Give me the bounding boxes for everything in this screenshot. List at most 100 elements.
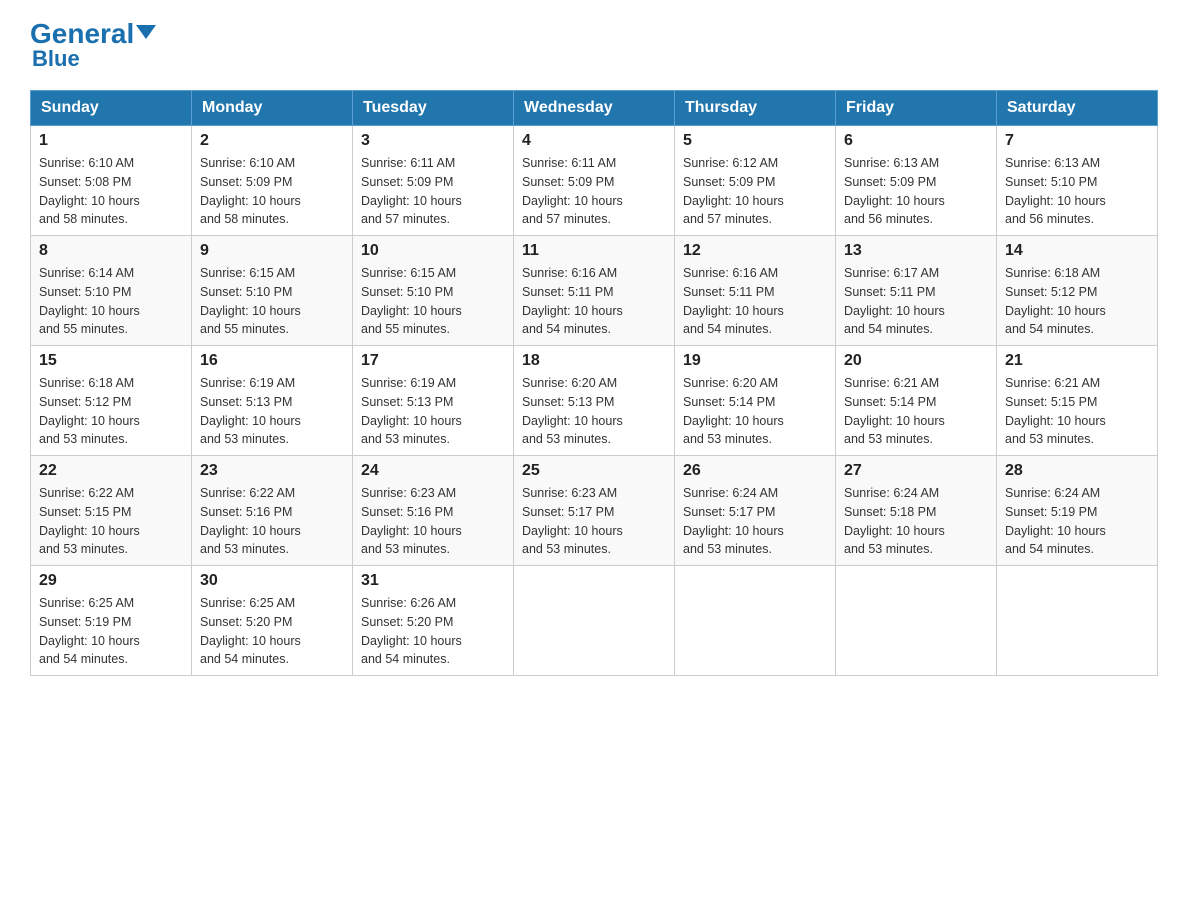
calendar-day-cell: 2 Sunrise: 6:10 AMSunset: 5:09 PMDaylight… — [192, 126, 353, 236]
calendar-day-cell: 28 Sunrise: 6:24 AMSunset: 5:19 PMDayligh… — [997, 456, 1158, 566]
page-header: General Blue — [30, 20, 1158, 72]
day-info: Sunrise: 6:24 AMSunset: 5:18 PMDaylight:… — [844, 484, 988, 559]
day-number: 12 — [683, 242, 827, 260]
calendar-week-row: 15Sunrise: 6:18 AMSunset: 5:12 PMDayligh… — [31, 346, 1158, 456]
calendar-day-cell: 6 Sunrise: 6:13 AMSunset: 5:09 PMDaylight… — [836, 126, 997, 236]
day-number: 31 — [361, 572, 505, 590]
calendar-table: SundayMondayTuesdayWednesdayThursdayFrid… — [30, 90, 1158, 676]
day-info: Sunrise: 6:25 AMSunset: 5:19 PMDaylight:… — [39, 594, 183, 669]
col-header-friday: Friday — [836, 91, 997, 126]
calendar-day-cell: 27 Sunrise: 6:24 AMSunset: 5:18 PMDayligh… — [836, 456, 997, 566]
day-number: 2 — [200, 132, 344, 150]
calendar-day-cell: 21Sunrise: 6:21 AMSunset: 5:15 PMDayligh… — [997, 346, 1158, 456]
day-info: Sunrise: 6:22 AMSunset: 5:15 PMDaylight:… — [39, 484, 183, 559]
day-info: Sunrise: 6:22 AMSunset: 5:16 PMDaylight:… — [200, 484, 344, 559]
day-number: 16 — [200, 352, 344, 370]
day-info: Sunrise: 6:21 AMSunset: 5:14 PMDaylight:… — [844, 374, 988, 449]
calendar-day-cell: 17 Sunrise: 6:19 AMSunset: 5:13 PMDayligh… — [353, 346, 514, 456]
day-number: 18 — [522, 352, 666, 370]
day-number: 4 — [522, 132, 666, 150]
day-info: Sunrise: 6:25 AMSunset: 5:20 PMDaylight:… — [200, 594, 344, 669]
day-info: Sunrise: 6:15 AMSunset: 5:10 PMDaylight:… — [361, 264, 505, 339]
day-number: 9 — [200, 242, 344, 260]
day-info: Sunrise: 6:13 AMSunset: 5:09 PMDaylight:… — [844, 154, 988, 229]
day-number: 26 — [683, 462, 827, 480]
empty-cell — [997, 566, 1158, 676]
day-number: 13 — [844, 242, 988, 260]
day-number: 5 — [683, 132, 827, 150]
day-info: Sunrise: 6:18 AMSunset: 5:12 PMDaylight:… — [1005, 264, 1149, 339]
day-number: 29 — [39, 572, 183, 590]
calendar-day-cell: 24 Sunrise: 6:23 AMSunset: 5:16 PMDayligh… — [353, 456, 514, 566]
day-number: 28 — [1005, 462, 1149, 480]
day-number: 20 — [844, 352, 988, 370]
calendar-day-cell: 11 Sunrise: 6:16 AMSunset: 5:11 PMDayligh… — [514, 236, 675, 346]
day-info: Sunrise: 6:11 AMSunset: 5:09 PMDaylight:… — [361, 154, 505, 229]
day-info: Sunrise: 6:12 AMSunset: 5:09 PMDaylight:… — [683, 154, 827, 229]
day-number: 30 — [200, 572, 344, 590]
calendar-day-cell: 7 Sunrise: 6:13 AMSunset: 5:10 PMDaylight… — [997, 126, 1158, 236]
day-info: Sunrise: 6:17 AMSunset: 5:11 PMDaylight:… — [844, 264, 988, 339]
col-header-sunday: Sunday — [31, 91, 192, 126]
calendar-day-cell: 19Sunrise: 6:20 AMSunset: 5:14 PMDayligh… — [675, 346, 836, 456]
col-header-wednesday: Wednesday — [514, 91, 675, 126]
day-number: 6 — [844, 132, 988, 150]
day-info: Sunrise: 6:24 AMSunset: 5:17 PMDaylight:… — [683, 484, 827, 559]
calendar-header-row: SundayMondayTuesdayWednesdayThursdayFrid… — [31, 91, 1158, 126]
calendar-day-cell: 15Sunrise: 6:18 AMSunset: 5:12 PMDayligh… — [31, 346, 192, 456]
day-info: Sunrise: 6:10 AMSunset: 5:08 PMDaylight:… — [39, 154, 183, 229]
calendar-day-cell: 9 Sunrise: 6:15 AMSunset: 5:10 PMDaylight… — [192, 236, 353, 346]
day-info: Sunrise: 6:26 AMSunset: 5:20 PMDaylight:… — [361, 594, 505, 669]
calendar-day-cell: 29 Sunrise: 6:25 AMSunset: 5:19 PMDayligh… — [31, 566, 192, 676]
calendar-day-cell: 13 Sunrise: 6:17 AMSunset: 5:11 PMDayligh… — [836, 236, 997, 346]
calendar-week-row: 8 Sunrise: 6:14 AMSunset: 5:10 PMDaylight… — [31, 236, 1158, 346]
day-info: Sunrise: 6:16 AMSunset: 5:11 PMDaylight:… — [522, 264, 666, 339]
day-number: 8 — [39, 242, 183, 260]
day-number: 17 — [361, 352, 505, 370]
col-header-tuesday: Tuesday — [353, 91, 514, 126]
day-info: Sunrise: 6:20 AMSunset: 5:13 PMDaylight:… — [522, 374, 666, 449]
day-info: Sunrise: 6:19 AMSunset: 5:13 PMDaylight:… — [361, 374, 505, 449]
calendar-week-row: 29 Sunrise: 6:25 AMSunset: 5:19 PMDayligh… — [31, 566, 1158, 676]
day-info: Sunrise: 6:16 AMSunset: 5:11 PMDaylight:… — [683, 264, 827, 339]
day-number: 15 — [39, 352, 183, 370]
calendar-day-cell: 16Sunrise: 6:19 AMSunset: 5:13 PMDayligh… — [192, 346, 353, 456]
calendar-day-cell: 5 Sunrise: 6:12 AMSunset: 5:09 PMDaylight… — [675, 126, 836, 236]
calendar-day-cell: 3 Sunrise: 6:11 AMSunset: 5:09 PMDaylight… — [353, 126, 514, 236]
day-number: 3 — [361, 132, 505, 150]
day-number: 25 — [522, 462, 666, 480]
logo-triangle-icon — [136, 25, 156, 39]
day-number: 11 — [522, 242, 666, 260]
day-info: Sunrise: 6:14 AMSunset: 5:10 PMDaylight:… — [39, 264, 183, 339]
day-number: 10 — [361, 242, 505, 260]
calendar-day-cell: 23Sunrise: 6:22 AMSunset: 5:16 PMDayligh… — [192, 456, 353, 566]
col-header-thursday: Thursday — [675, 91, 836, 126]
calendar-week-row: 1 Sunrise: 6:10 AMSunset: 5:08 PMDaylight… — [31, 126, 1158, 236]
calendar-day-cell: 1 Sunrise: 6:10 AMSunset: 5:08 PMDaylight… — [31, 126, 192, 236]
day-info: Sunrise: 6:10 AMSunset: 5:09 PMDaylight:… — [200, 154, 344, 229]
calendar-day-cell: 31 Sunrise: 6:26 AMSunset: 5:20 PMDayligh… — [353, 566, 514, 676]
day-info: Sunrise: 6:13 AMSunset: 5:10 PMDaylight:… — [1005, 154, 1149, 229]
calendar-day-cell: 18 Sunrise: 6:20 AMSunset: 5:13 PMDayligh… — [514, 346, 675, 456]
day-number: 22 — [39, 462, 183, 480]
calendar-day-cell: 8 Sunrise: 6:14 AMSunset: 5:10 PMDaylight… — [31, 236, 192, 346]
day-number: 27 — [844, 462, 988, 480]
calendar-day-cell: 10 Sunrise: 6:15 AMSunset: 5:10 PMDayligh… — [353, 236, 514, 346]
calendar-day-cell: 14Sunrise: 6:18 AMSunset: 5:12 PMDayligh… — [997, 236, 1158, 346]
day-number: 1 — [39, 132, 183, 150]
day-info: Sunrise: 6:23 AMSunset: 5:16 PMDaylight:… — [361, 484, 505, 559]
day-number: 7 — [1005, 132, 1149, 150]
calendar-day-cell: 4Sunrise: 6:11 AMSunset: 5:09 PMDaylight… — [514, 126, 675, 236]
empty-cell — [836, 566, 997, 676]
col-header-monday: Monday — [192, 91, 353, 126]
day-number: 19 — [683, 352, 827, 370]
calendar-week-row: 22 Sunrise: 6:22 AMSunset: 5:15 PMDayligh… — [31, 456, 1158, 566]
calendar-day-cell: 20 Sunrise: 6:21 AMSunset: 5:14 PMDayligh… — [836, 346, 997, 456]
col-header-saturday: Saturday — [997, 91, 1158, 126]
calendar-day-cell: 30 Sunrise: 6:25 AMSunset: 5:20 PMDayligh… — [192, 566, 353, 676]
day-info: Sunrise: 6:24 AMSunset: 5:19 PMDaylight:… — [1005, 484, 1149, 559]
logo-general: General — [30, 18, 134, 49]
day-number: 24 — [361, 462, 505, 480]
day-info: Sunrise: 6:15 AMSunset: 5:10 PMDaylight:… — [200, 264, 344, 339]
calendar-day-cell: 22 Sunrise: 6:22 AMSunset: 5:15 PMDayligh… — [31, 456, 192, 566]
